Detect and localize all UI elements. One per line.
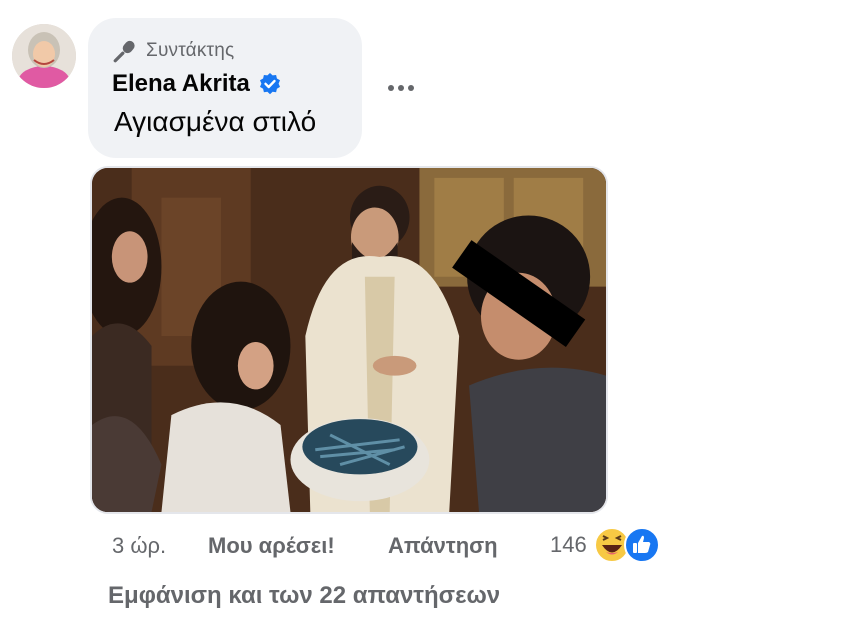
avatar[interactable] bbox=[12, 24, 76, 88]
comment-timestamp[interactable]: 3 ώρ. bbox=[112, 533, 166, 559]
reply-button[interactable]: Απάντηση bbox=[388, 533, 498, 559]
photo-illustration bbox=[92, 168, 606, 512]
comment-text: Αγιασμένα στιλό bbox=[114, 106, 317, 137]
author-name[interactable]: Elena Akrita bbox=[112, 70, 250, 98]
view-replies-link[interactable]: Εμφάνιση και των 22 απαντήσεων bbox=[108, 582, 500, 610]
verified-badge-icon bbox=[259, 73, 280, 95]
dot bbox=[398, 85, 404, 91]
reactions-summary[interactable]: 146 bbox=[550, 526, 663, 564]
more-options-button[interactable] bbox=[382, 72, 420, 104]
comment-actions: 3 ώρ. Μου αρέσει! Απάντηση bbox=[112, 533, 498, 559]
comment-photo[interactable] bbox=[90, 166, 608, 514]
like-reaction-icon bbox=[623, 527, 660, 563]
dot bbox=[408, 85, 414, 91]
microphone-icon bbox=[113, 40, 135, 63]
avatar-photo bbox=[12, 24, 76, 88]
reaction-count: 146 bbox=[550, 532, 587, 557]
comment-bubble: Συντάκτης Elena Akrita Αγιασμένα στιλό bbox=[88, 18, 362, 158]
badge-label: Συντάκτης bbox=[146, 40, 235, 61]
dot bbox=[388, 85, 394, 91]
author-badge: Συντάκτης bbox=[112, 38, 234, 64]
like-button[interactable]: Μου αρέσει! bbox=[208, 533, 335, 559]
